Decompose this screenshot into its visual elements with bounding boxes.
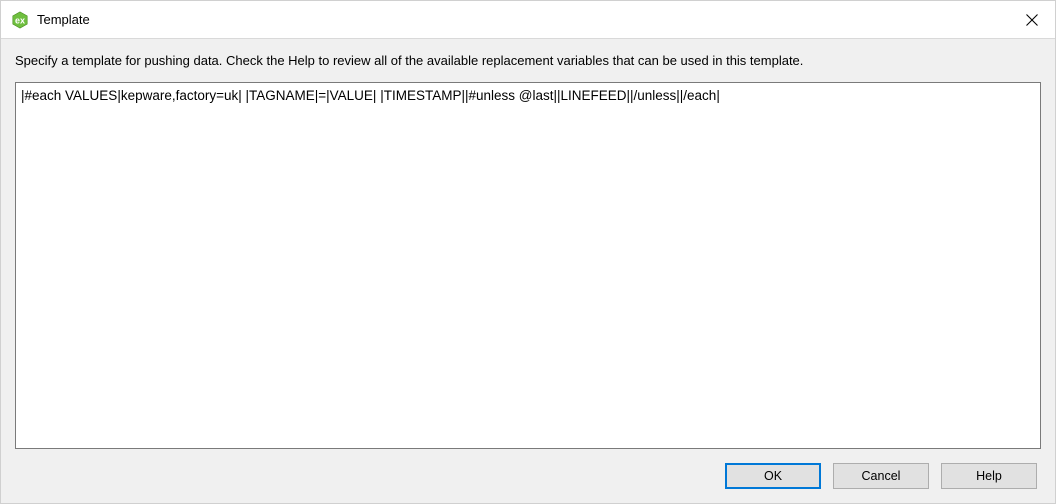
instruction-text: Specify a template for pushing data. Che… bbox=[15, 53, 1041, 68]
template-textarea[interactable]: |#each VALUES|kepware,factory=uk| |TAGNA… bbox=[15, 82, 1041, 449]
help-button[interactable]: Help bbox=[941, 463, 1037, 489]
template-text-content[interactable]: |#each VALUES|kepware,factory=uk| |TAGNA… bbox=[21, 87, 1035, 444]
ok-button[interactable]: OK bbox=[725, 463, 821, 489]
window-title: Template bbox=[37, 12, 90, 27]
app-icon: ex bbox=[11, 11, 29, 29]
dialog-content: Specify a template for pushing data. Che… bbox=[1, 39, 1055, 503]
titlebar: ex Template bbox=[1, 1, 1055, 39]
svg-text:ex: ex bbox=[15, 15, 25, 25]
cancel-button[interactable]: Cancel bbox=[833, 463, 929, 489]
close-button[interactable] bbox=[1009, 1, 1055, 39]
button-row: OK Cancel Help bbox=[15, 449, 1041, 503]
close-icon bbox=[1026, 14, 1038, 26]
